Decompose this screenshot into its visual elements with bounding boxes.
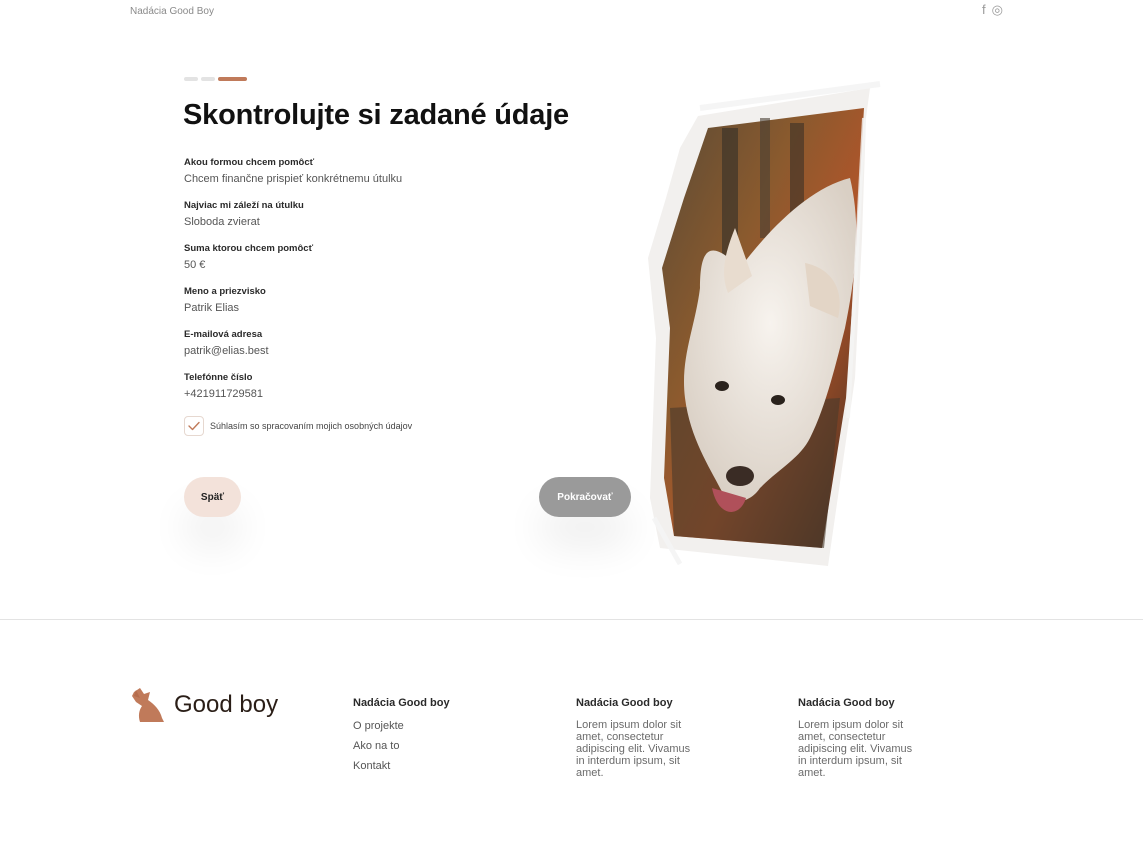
summary-field-name: Meno a priezvisko Patrik Elias: [184, 286, 266, 314]
field-label: Suma ktorou chcem pomôcť: [184, 243, 314, 254]
field-value: +421911729581: [184, 388, 264, 400]
consent-label[interactable]: Súhlasím so spracovaním mojich osobných …: [210, 421, 412, 431]
consent-checkbox[interactable]: [184, 416, 204, 436]
footer-column-3: Nadácia Good boy Lorem ipsum dolor sit a…: [798, 697, 918, 779]
field-value: 50 €: [184, 259, 206, 271]
header-brand[interactable]: Nadácia Good Boy: [130, 6, 214, 17]
summary-field-shelter: Najviac mi záleží na útulku Sloboda zvie…: [184, 200, 304, 228]
summary-field-help-form: Akou formou chcem pomôcť Chcem finančne …: [184, 157, 402, 185]
footer-column-text: Lorem ipsum dolor sit amet, consectetur …: [798, 719, 913, 779]
facebook-icon[interactable]: f: [982, 3, 986, 17]
footer-column-text: Lorem ipsum dolor sit amet, consectetur …: [576, 719, 691, 779]
footer-divider: [0, 619, 1143, 620]
step-indicator: [184, 77, 247, 81]
summary-field-phone: Telefónne číslo +421911729581: [184, 372, 263, 400]
footer-logo[interactable]: Good boy: [130, 686, 278, 724]
footer-logo-text: Good boy: [174, 691, 279, 718]
step-1: [184, 77, 198, 81]
step-2: [201, 77, 215, 81]
field-label: Telefónne číslo: [184, 372, 253, 383]
field-label: Akou formou chcem pomôcť: [184, 157, 315, 168]
field-value: patrik@elias.best: [184, 345, 269, 357]
social-links: f ◎: [982, 3, 1003, 17]
footer-column-2: Nadácia Good boy Lorem ipsum dolor sit a…: [576, 697, 696, 779]
summary-field-email: E-mailová adresa patrik@elias.best: [184, 329, 269, 357]
footer-column-links: Nadácia Good boy O projekte Ako na to Ko…: [353, 697, 450, 772]
field-value: Chcem finančne prispieť konkrétnemu útul…: [184, 173, 403, 185]
back-button[interactable]: Späť: [184, 477, 241, 517]
field-label: E-mailová adresa: [184, 329, 263, 340]
field-value: Patrik Elias: [184, 302, 240, 314]
dog-photo: [640, 78, 885, 568]
consent-row: Súhlasím so spracovaním mojich osobných …: [184, 416, 412, 436]
footer-link-contact[interactable]: Kontakt: [353, 760, 450, 772]
instagram-icon[interactable]: ◎: [992, 3, 1003, 17]
dog-logo-icon: [132, 688, 164, 722]
footer-column-title: Nadácia Good boy: [353, 697, 450, 709]
footer-column-title: Nadácia Good boy: [576, 697, 673, 709]
top-bar: Nadácia Good Boy f ◎: [0, 0, 1143, 24]
field-value: Sloboda zvierat: [184, 216, 260, 228]
step-3-current: [218, 77, 247, 81]
dog-photo-illustration: [648, 81, 881, 566]
footer-link-about[interactable]: O projekte: [353, 720, 450, 732]
continue-button[interactable]: Pokračovať: [539, 477, 631, 517]
page-title: Skontrolujte si zadané údaje: [183, 99, 569, 131]
summary-field-amount: Suma ktorou chcem pomôcť 50 €: [184, 243, 313, 271]
checkmark-icon: [188, 421, 200, 431]
field-label: Meno a priezvisko: [184, 286, 266, 297]
footer-column-title: Nadácia Good boy: [798, 697, 895, 709]
field-label: Najviac mi záleží na útulku: [184, 200, 304, 211]
footer-link-how-to[interactable]: Ako na to: [353, 740, 450, 752]
